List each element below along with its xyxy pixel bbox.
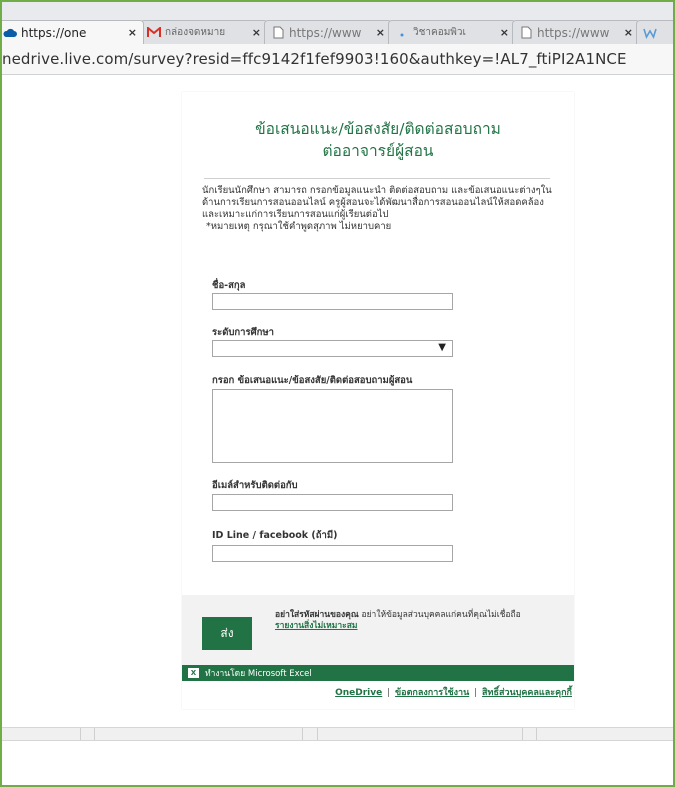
- loading-dot-icon: [395, 26, 409, 40]
- tab-label: กล่องจดหมาย: [165, 27, 226, 38]
- politeness-note: *หมายเหตุ กรุณาใช้คำพูดสุภาพ ไม่หยาบคาย: [206, 221, 392, 232]
- tab-onedrive[interactable]: https://one ×: [2, 20, 144, 44]
- message-label: กรอก ข้อเสนอแนะ/ข้อสงสัย/ติดต่อสอบถามผู้…: [212, 375, 413, 386]
- privacy-link[interactable]: สิทธิ์ส่วนบุคคลและคุกกี้: [482, 688, 572, 698]
- footer-links: OneDrive | ข้อตกลงการใช้งาน | สิทธิ์ส่วน…: [335, 685, 572, 699]
- survey-description: นักเรียนนักศึกษา สามารถ กรอกข้อมูลแนะนำ …: [202, 185, 552, 233]
- line-id-input[interactable]: [212, 545, 453, 562]
- title-divider: [204, 178, 550, 179]
- line-id-label: ID Line / facebook (ถ้ามี): [212, 530, 338, 541]
- document-icon: [519, 26, 533, 40]
- submit-area: ส่ง อย่าใส่รหัสผ่านของคุณ อย่าให้ข้อมูลส…: [182, 595, 574, 665]
- address-bar[interactable]: nedrive.live.com/survey?resid=ffc9142f1f…: [2, 44, 673, 75]
- document-icon: [271, 26, 285, 40]
- page-viewport: ข้อเสนอแนะ/ข้อสงสัย/ติดต่อสอบถาม ต่ออาจา…: [2, 75, 673, 783]
- survey-form: ข้อเสนอแนะ/ข้อสงสัย/ติดต่อสอบถาม ต่ออาจา…: [182, 92, 574, 709]
- excel-powered-bar: X ทำงานโดย Microsoft Excel: [182, 665, 574, 681]
- report-abuse-link[interactable]: รายงานสิ่งไม่เหมาะสม: [275, 621, 358, 631]
- powered-by-text: ทำงานโดย Microsoft Excel: [205, 669, 312, 679]
- level-label: ระดับการศึกษา: [212, 327, 274, 338]
- tab-label: วิชาคอมพิวเ: [413, 27, 466, 38]
- survey-title: ข้อเสนอแนะ/ข้อสงสัย/ติดต่อสอบถาม ต่ออาจา…: [182, 118, 574, 162]
- tab-word[interactable]: [636, 20, 673, 44]
- email-label: อีเมล์สำหรับติดต่อกับ: [212, 480, 298, 491]
- survey-title-line-2: ต่ออาจารย์ผู้สอน: [322, 142, 434, 160]
- url-text[interactable]: nedrive.live.com/survey?resid=ffc9142f1f…: [2, 50, 627, 68]
- level-select[interactable]: ▼: [212, 340, 453, 357]
- tab-label: https://www: [537, 25, 610, 40]
- close-icon[interactable]: ×: [128, 26, 137, 39]
- browser-tab-strip: https://one × กล่องจดหมาย × https://www …: [2, 2, 673, 45]
- status-divider: [536, 728, 537, 740]
- status-divider: [94, 728, 95, 740]
- email-input[interactable]: [212, 494, 453, 511]
- tab-label: https://www: [289, 25, 362, 40]
- separator: |: [474, 688, 478, 698]
- tab-page-1[interactable]: https://www ×: [264, 20, 392, 44]
- status-bar: [2, 727, 673, 741]
- submit-button[interactable]: ส่ง: [202, 617, 252, 650]
- onedrive-cloud-icon: [3, 26, 17, 40]
- tab-label: https://one: [21, 25, 87, 40]
- gmail-icon: [147, 26, 161, 40]
- tab-computer[interactable]: วิชาคอมพิวเ ×: [388, 20, 516, 44]
- word-icon: [643, 26, 657, 40]
- close-icon[interactable]: ×: [624, 26, 633, 39]
- close-icon[interactable]: ×: [252, 26, 261, 39]
- excel-logo-icon: X: [188, 668, 199, 678]
- warning-bold-text: อย่าใส่รหัสผ่านของคุณ: [275, 610, 359, 620]
- tab-page-2[interactable]: https://www ×: [512, 20, 640, 44]
- tab-gmail[interactable]: กล่องจดหมาย ×: [140, 20, 268, 44]
- warning-text: อย่าให้ข้อมูลส่วนบุคคลแก่คนที่คุณไม่เชื่…: [361, 610, 521, 620]
- message-textarea[interactable]: [212, 389, 453, 463]
- status-divider: [80, 728, 81, 740]
- close-icon[interactable]: ×: [376, 26, 385, 39]
- dropdown-arrow-icon: ▼: [438, 342, 446, 353]
- close-icon[interactable]: ×: [500, 26, 509, 39]
- status-divider: [302, 728, 303, 740]
- onedrive-link[interactable]: OneDrive: [335, 688, 382, 698]
- description-text: นักเรียนนักศึกษา สามารถ กรอกข้อมูลแนะนำ …: [202, 185, 552, 220]
- name-label: ชื่อ-สกุล: [212, 280, 246, 291]
- name-input[interactable]: [212, 293, 453, 310]
- password-warning: อย่าใส่รหัสผ่านของคุณ อย่าให้ข้อมูลส่วนบ…: [275, 610, 565, 632]
- status-divider: [317, 728, 318, 740]
- terms-link[interactable]: ข้อตกลงการใช้งาน: [395, 688, 469, 698]
- separator: |: [387, 688, 391, 698]
- survey-title-line-1: ข้อเสนอแนะ/ข้อสงสัย/ติดต่อสอบถาม: [255, 120, 501, 138]
- status-divider: [522, 728, 523, 740]
